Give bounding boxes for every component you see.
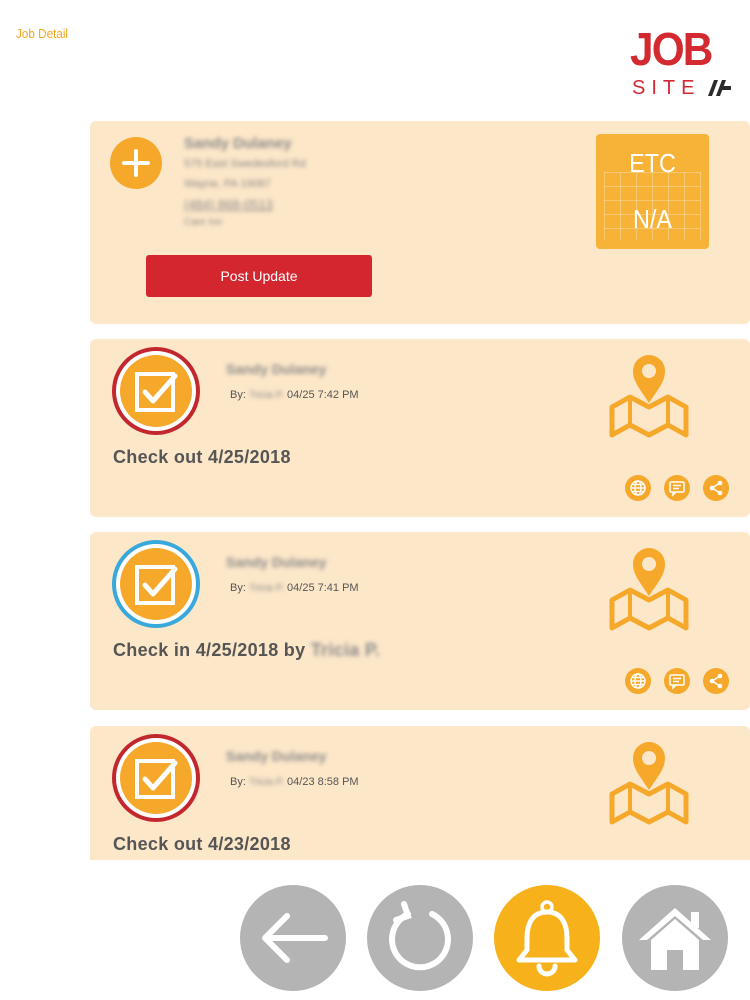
activity-contact-name: Sandy Dulaney xyxy=(226,554,327,570)
etc-calendar-badge: ETC N/A xyxy=(596,134,709,249)
activity-meta: By: Tricia P. 04/23 8:58 PM xyxy=(230,776,359,788)
page-title: Job Detail xyxy=(16,26,69,41)
activity-by-user: Tricia P. xyxy=(248,583,284,594)
activity-meta: By: Tricia P. 04/25 7:42 PM xyxy=(230,389,359,401)
checkbox-check-icon xyxy=(135,565,178,605)
jobsite-logo: JOB SITE xyxy=(628,26,738,102)
activity-title-text: Check out 4/25/2018 xyxy=(113,447,291,467)
back-button[interactable] xyxy=(240,885,346,991)
home-icon xyxy=(639,908,711,970)
etc-value: N/A xyxy=(632,204,673,234)
checkbox-check-icon xyxy=(135,759,178,799)
check-out-status-icon xyxy=(112,347,200,435)
activity-card: Sandy Dulaney By: Tricia P. 04/25 7:42 P… xyxy=(90,339,750,517)
map-location-icon[interactable] xyxy=(606,540,692,634)
checkbox-check-icon xyxy=(135,372,178,412)
bell-icon xyxy=(516,900,578,977)
activity-contact-name: Sandy Dulaney xyxy=(226,361,327,377)
activity-timestamp: 04/23 8:58 PM xyxy=(287,776,359,788)
activity-action-row xyxy=(625,668,729,694)
activity-by-label: By: xyxy=(230,776,246,788)
check-in-status-icon xyxy=(112,540,200,628)
refresh-button[interactable] xyxy=(367,885,473,991)
activity-action-row xyxy=(625,475,729,501)
contact-name: Sandy Dulaney xyxy=(184,135,292,152)
activity-card: Sandy Dulaney By: Tricia P. 04/25 7:41 P… xyxy=(90,532,750,710)
activity-title-text: Check in 4/25/2018 by xyxy=(113,640,306,660)
activity-by-user: Tricia P. xyxy=(248,777,284,788)
logo-wordmark-bottom: SITE xyxy=(632,77,701,99)
share-icon[interactable] xyxy=(703,475,729,501)
check-out-status-icon xyxy=(112,734,200,822)
contact-address-line2: Wayne, PA 19087 xyxy=(184,178,271,190)
contact-address-line1: 575 East Swedesford Rd xyxy=(184,158,306,170)
contact-phone[interactable]: (484) 868-0513 xyxy=(184,197,273,212)
message-icon[interactable] xyxy=(664,475,690,501)
activity-meta: By: Tricia P. 04/25 7:41 PM xyxy=(230,582,359,594)
activity-timestamp: 04/25 7:42 PM xyxy=(287,389,359,401)
activity-title-user: Tricia P. xyxy=(310,640,381,660)
activity-title: Check in 4/25/2018 by Tricia P. xyxy=(113,640,380,661)
globe-icon[interactable] xyxy=(625,475,651,501)
activity-card: Sandy Dulaney By: Tricia P. 04/23 8:58 P… xyxy=(90,726,750,860)
add-icon[interactable] xyxy=(110,137,162,189)
contact-note: Care Inn xyxy=(184,217,223,228)
activity-by-user: Tricia P. xyxy=(248,390,284,401)
home-button[interactable] xyxy=(622,885,728,991)
activity-contact-name: Sandy Dulaney xyxy=(226,748,327,764)
activity-title: Check out 4/23/2018 xyxy=(113,834,291,855)
activity-title: Check out 4/25/2018 xyxy=(113,447,291,468)
activity-title-text: Check out 4/23/2018 xyxy=(113,834,291,854)
globe-icon[interactable] xyxy=(625,668,651,694)
logo-wordmark-top: JOB xyxy=(630,23,713,75)
post-update-button[interactable]: Post Update xyxy=(146,255,372,297)
etc-label: ETC xyxy=(629,148,676,178)
share-icon[interactable] xyxy=(703,668,729,694)
activity-timestamp: 04/25 7:41 PM xyxy=(287,582,359,594)
activity-by-label: By: xyxy=(230,582,246,594)
arrow-left-icon xyxy=(262,913,328,963)
message-icon[interactable] xyxy=(664,668,690,694)
activity-by-label: By: xyxy=(230,389,246,401)
logo-mark-icon xyxy=(708,80,731,96)
map-location-icon[interactable] xyxy=(606,734,692,828)
job-summary-card: Sandy Dulaney 575 East Swedesford Rd Way… xyxy=(90,121,750,324)
refresh-icon xyxy=(389,901,451,971)
map-location-icon[interactable] xyxy=(606,347,692,441)
notifications-button[interactable] xyxy=(494,885,600,991)
